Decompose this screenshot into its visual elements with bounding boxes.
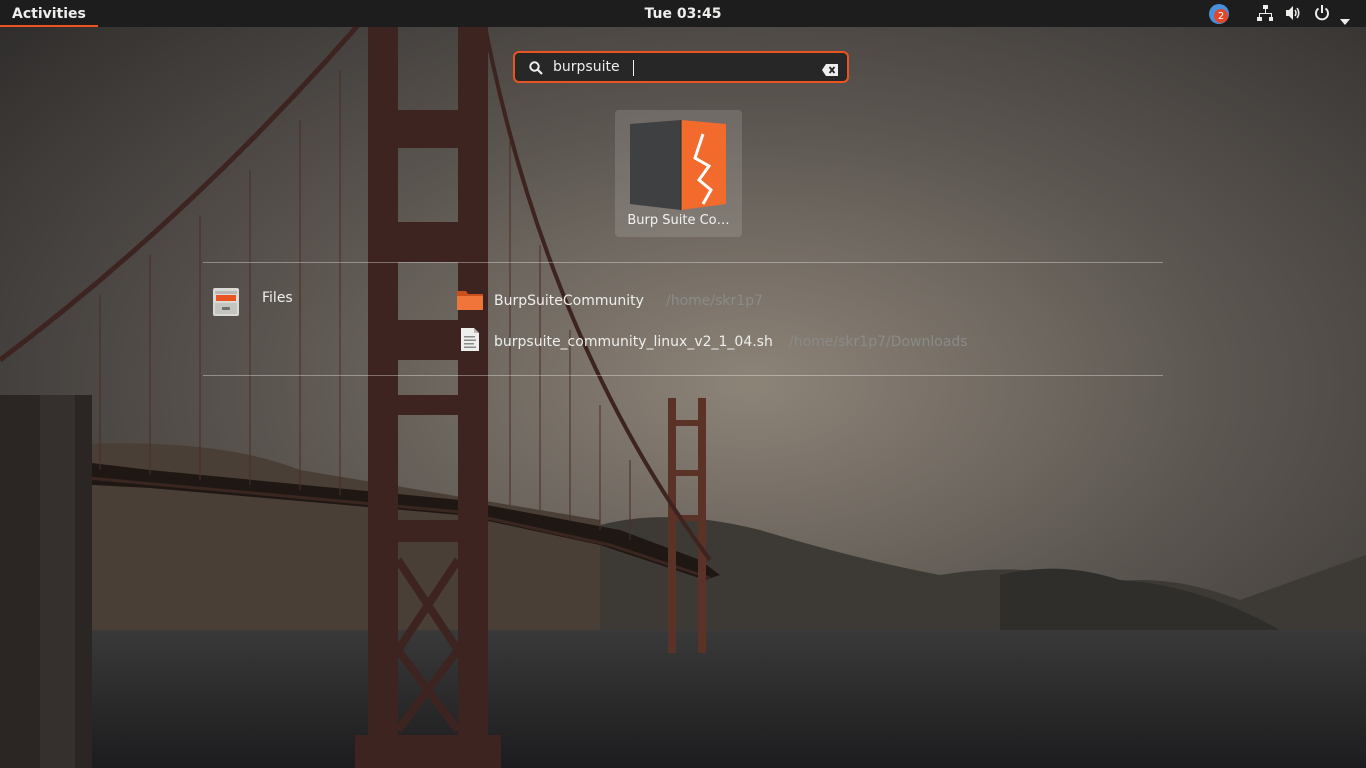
clear-search-icon[interactable] [822,61,838,80]
files-provider-label: Files [262,290,293,306]
result-name: BurpSuiteCommunity [494,293,644,309]
text-file-icon [455,327,485,359]
notification-count-badge: 2 [1214,9,1228,23]
app-result-burp-suite[interactable]: Burp Suite Co… [615,110,742,237]
folder-icon [455,286,485,318]
search-input[interactable] [553,57,813,77]
results-separator-top [203,262,1163,263]
result-path: /home/skr1p7/Downloads [789,334,968,350]
clock-area: Tue 03:45 [0,0,1366,27]
volume-icon[interactable] [1285,5,1301,25]
burp-suite-icon [629,120,727,214]
files-provider-button[interactable] [211,287,241,321]
network-icon[interactable] [1257,5,1273,26]
top-bar: Activities Tue 03:45 2 [0,0,1366,27]
app-label: Burp Suite Co… [627,213,730,228]
activities-button[interactable]: Activities [0,0,98,27]
result-name: burpsuite_community_linux_v2_1_04.sh [494,334,773,350]
results-separator-bottom [203,375,1163,376]
files-app-icon [211,288,241,321]
result-path: /home/skr1p7 [666,293,763,309]
clock-button[interactable]: Tue 03:45 [645,6,722,22]
search-icon [529,60,543,79]
activities-label: Activities [12,5,86,22]
power-icon[interactable] [1314,5,1330,25]
chevron-down-icon[interactable] [1340,10,1350,29]
text-caret [633,60,634,76]
search-box[interactable] [513,51,849,83]
